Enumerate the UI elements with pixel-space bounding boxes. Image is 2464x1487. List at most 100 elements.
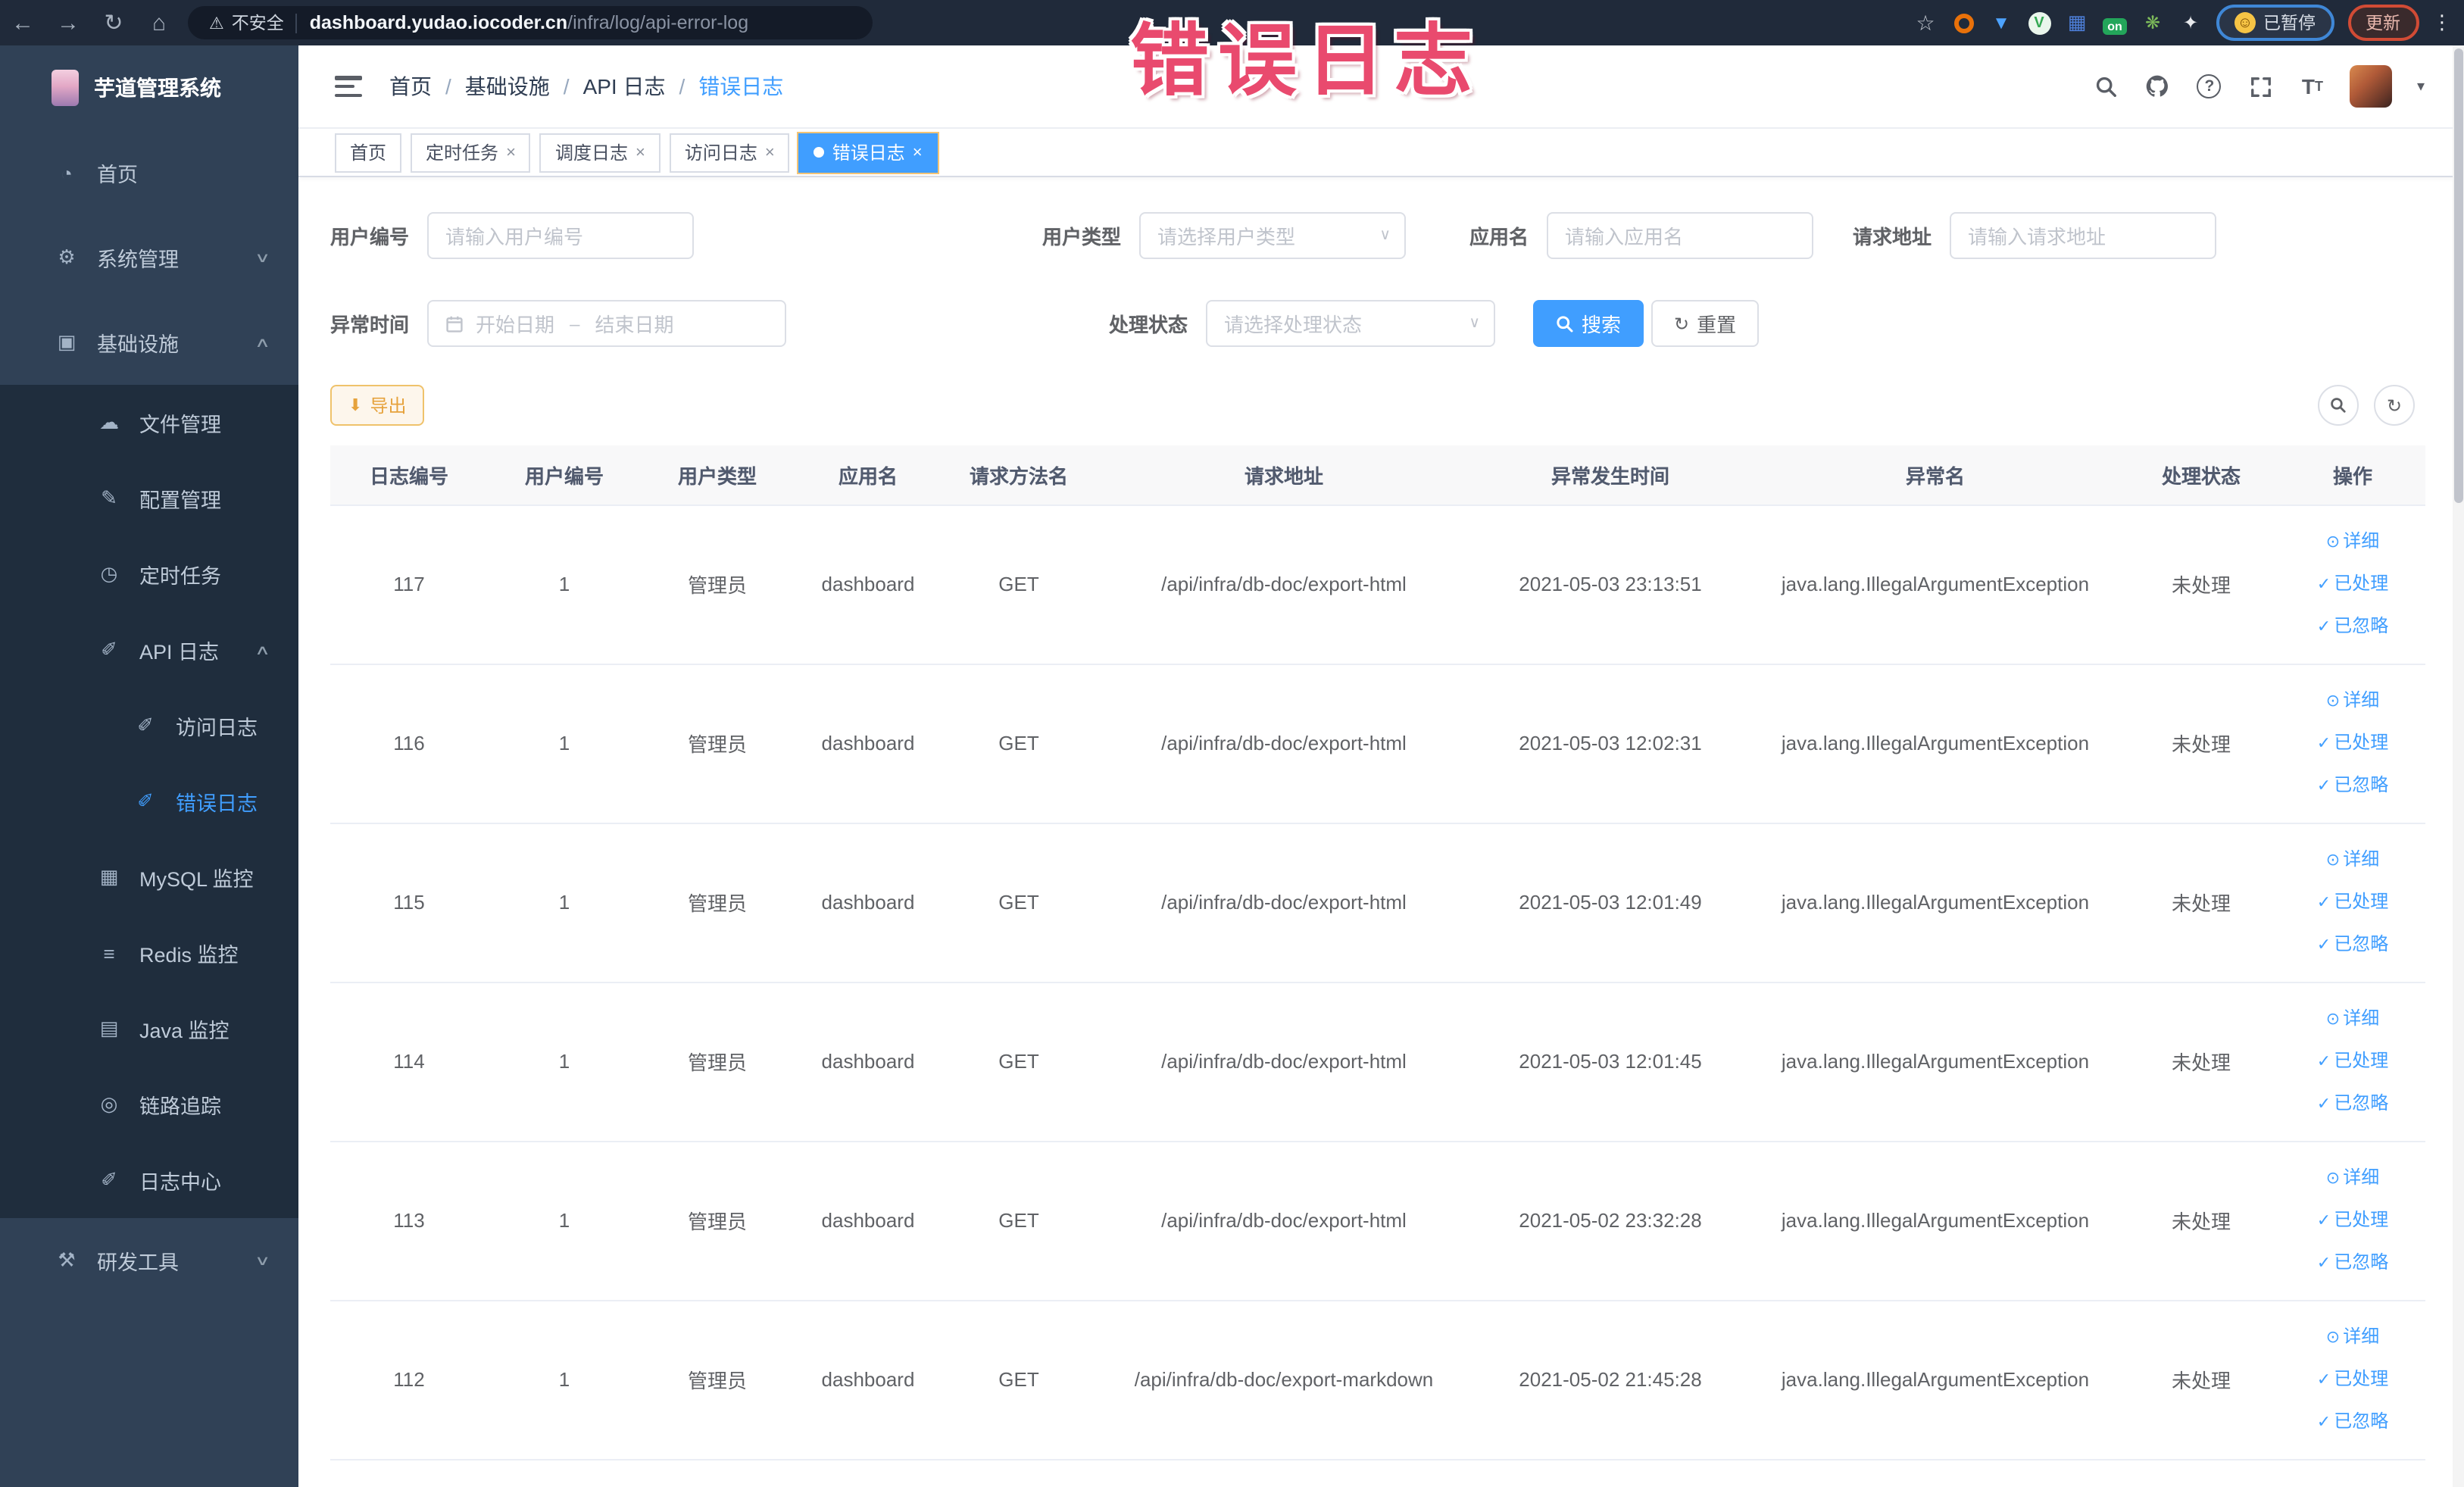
user-id-input[interactable]: 请输入用户编号 [427,212,695,259]
cell-user_type: 管理员 [641,505,794,664]
sidebar-item-首页[interactable]: ◔ 首页 [0,130,298,215]
breadcrumb-item[interactable]: 首页 [389,71,432,102]
close-icon[interactable]: × [913,143,923,161]
action-label: 详细 [2343,689,2380,710]
process-status-select[interactable]: 请选择处理状态 ∨ [1206,300,1496,347]
security-label[interactable]: 不安全 [232,11,284,35]
scrollbar-thumb[interactable] [2453,48,2462,503]
action-已忽略[interactable]: ✓ 已忽略 [2286,923,2419,966]
action-详细[interactable]: ⊙ 详细 [2286,520,2419,563]
exception-time-range-picker[interactable]: 开始日期 – 结束日期 [427,300,787,347]
cell-actions: ⊙ 详细 ✓ 已处理 ✓ 已忽略 [2280,1300,2425,1460]
action-已忽略[interactable]: ✓ 已忽略 [2286,1401,2419,1443]
sidebar-item-定时任务[interactable]: ◷ 定时任务 [0,536,298,612]
close-icon[interactable]: × [636,143,645,161]
sidebar-item-文件管理[interactable]: ☁ 文件管理 [0,385,298,461]
action-label: 已处理 [2334,1367,2389,1389]
breadcrumb-item[interactable]: API 日志 [583,71,666,102]
refresh-table-button[interactable]: ↻ [2374,385,2415,426]
action-详细[interactable]: ⊙ 详细 [2286,998,2419,1040]
action-详细[interactable]: ⊙ 详细 [2286,839,2419,881]
action-已处理[interactable]: ✓ 已处理 [2286,1040,2419,1082]
action-label: 已处理 [2334,1208,2389,1229]
cell-time: 2021-05-03 12:01:49 [1472,823,1748,982]
close-icon[interactable]: × [506,143,516,161]
tab-错误日志[interactable]: 错误日志 × [798,133,938,172]
search-button[interactable]: 搜索 [1533,300,1644,347]
check-icon: ✓ [2316,893,2331,911]
green-check-extension-icon[interactable]: V [2027,11,2051,35]
fullscreen-icon[interactable] [2247,73,2275,100]
action-已忽略[interactable]: ✓ 已忽略 [2286,764,2419,807]
close-icon[interactable]: × [765,143,775,161]
hamburger-icon[interactable] [335,76,362,97]
avatar[interactable] [2350,65,2393,108]
search-icon[interactable] [2093,73,2120,100]
action-label: 已忽略 [2334,1251,2389,1272]
sidebar-item-MySQL 监控[interactable]: ▦ MySQL 监控 [0,839,298,915]
tab-调度日志[interactable]: 调度日志 × [539,133,661,172]
exception-time-label: 异常时间 [330,314,410,336]
sidebar-item-基础设施[interactable]: ▣ 基础设施 ∧ [0,300,298,385]
action-已处理[interactable]: ✓ 已处理 [2286,1358,2419,1401]
breadcrumb-item[interactable]: 基础设施 [465,71,550,102]
reload-icon[interactable]: ↻ [91,9,136,36]
shield-extension-icon[interactable]: ▼ [1989,11,2013,35]
app-name-input[interactable]: 请输入应用名 [1547,212,1814,259]
url-host: dashboard.yudao.iocoder.cn [309,12,568,33]
request-url-input[interactable]: 请输入请求地址 [1950,212,2217,259]
paused-badge[interactable]: ☺ 已暂停 [2216,5,2334,41]
forward-icon[interactable]: → [45,10,91,36]
github-icon[interactable] [2144,73,2172,100]
dropdown-caret-icon[interactable]: ▾ [2417,78,2425,95]
cell-status: 未处理 [2122,1141,2280,1301]
home-icon[interactable]: ⌂ [136,10,182,36]
sidebar-item-Redis 监控[interactable]: ≡ Redis 监控 [0,915,298,991]
sidebar-item-label: 定时任务 [139,565,221,588]
action-详细[interactable]: ⊙ 详细 [2286,679,2419,722]
sidebar-item-错误日志[interactable]: ✐ 错误日志 [0,764,298,839]
grid-extension-icon[interactable]: ▦ [2065,11,2089,35]
update-badge[interactable]: 更新 [2347,5,2419,41]
sidebar-item-配置管理[interactable]: ✎ 配置管理 [0,461,298,536]
on-badge-extension-icon[interactable]: on [2103,11,2127,35]
tag-tab-bar: 首页 定时任务 × 调度日志 × 访问日志 × 错误日志 × [298,129,2464,177]
main-area: 首页 / 基础设施 / API 日志 / 错误日志 ? TT ▾ 首页 定时任务 × 调度日志 × 访… [298,45,2464,1487]
show-search-toggle-button[interactable] [2318,385,2359,426]
sidebar-item-研发工具[interactable]: ⚒ 研发工具 ∨ [0,1218,298,1303]
tab-访问日志[interactable]: 访问日志 × [669,133,790,172]
sidebar-item-日志中心[interactable]: ✐ 日志中心 [0,1142,298,1218]
back-icon[interactable]: ← [0,10,45,36]
reset-button[interactable]: ↻ 重置 [1651,300,1760,347]
action-已处理[interactable]: ✓ 已处理 [2286,1199,2419,1242]
cell-exception: java.lang.IllegalArgumentException [1748,982,2122,1142]
font-size-icon[interactable]: TT [2299,73,2326,100]
action-详细[interactable]: ⊙ 详细 [2286,1157,2419,1199]
cell-method: GET [942,505,1095,664]
export-button[interactable]: ⬇ 导出 [330,385,425,426]
action-已忽略[interactable]: ✓ 已忽略 [2286,605,2419,648]
action-已处理[interactable]: ✓ 已处理 [2286,881,2419,923]
orange-extension-icon[interactable] [1951,11,1975,35]
tab-定时任务[interactable]: 定时任务 × [411,133,531,172]
user-type-select[interactable]: 请选择用户类型 ∨ [1139,212,1407,259]
action-已处理[interactable]: ✓ 已处理 [2286,563,2419,605]
sidebar-logo[interactable]: 芋道管理系统 [0,45,298,130]
bookmark-star-icon[interactable]: ☆ [1913,10,1938,35]
sidebar-item-Java 监控[interactable]: ▤ Java 监控 [0,991,298,1067]
action-已忽略[interactable]: ✓ 已忽略 [2286,1082,2419,1125]
page-scrollbar[interactable] [2452,45,2464,1487]
sidebar-item-链路追踪[interactable]: ◎ 链路追踪 [0,1067,298,1142]
action-已忽略[interactable]: ✓ 已忽略 [2286,1242,2419,1284]
sidebar-item-系统管理[interactable]: ⚙ 系统管理 ∨ [0,215,298,300]
help-icon[interactable]: ? [2196,73,2223,100]
address-bar[interactable]: ⚠ 不安全 dashboard.yudao.iocoder.cn/infra/l… [188,6,873,39]
tab-首页[interactable]: 首页 [335,133,402,172]
sidebar-item-访问日志[interactable]: ✐ 访问日志 [0,688,298,764]
browser-menu-icon[interactable]: ⋮ [2432,11,2452,35]
leaf-extension-icon[interactable]: ❋ [2141,11,2165,35]
action-详细[interactable]: ⊙ 详细 [2286,1316,2419,1358]
action-已处理[interactable]: ✓ 已处理 [2286,722,2419,764]
sidebar-item-API 日志[interactable]: ✐ API 日志 ∧ [0,612,298,688]
extensions-puzzle-icon[interactable]: ✦ [2178,11,2203,35]
